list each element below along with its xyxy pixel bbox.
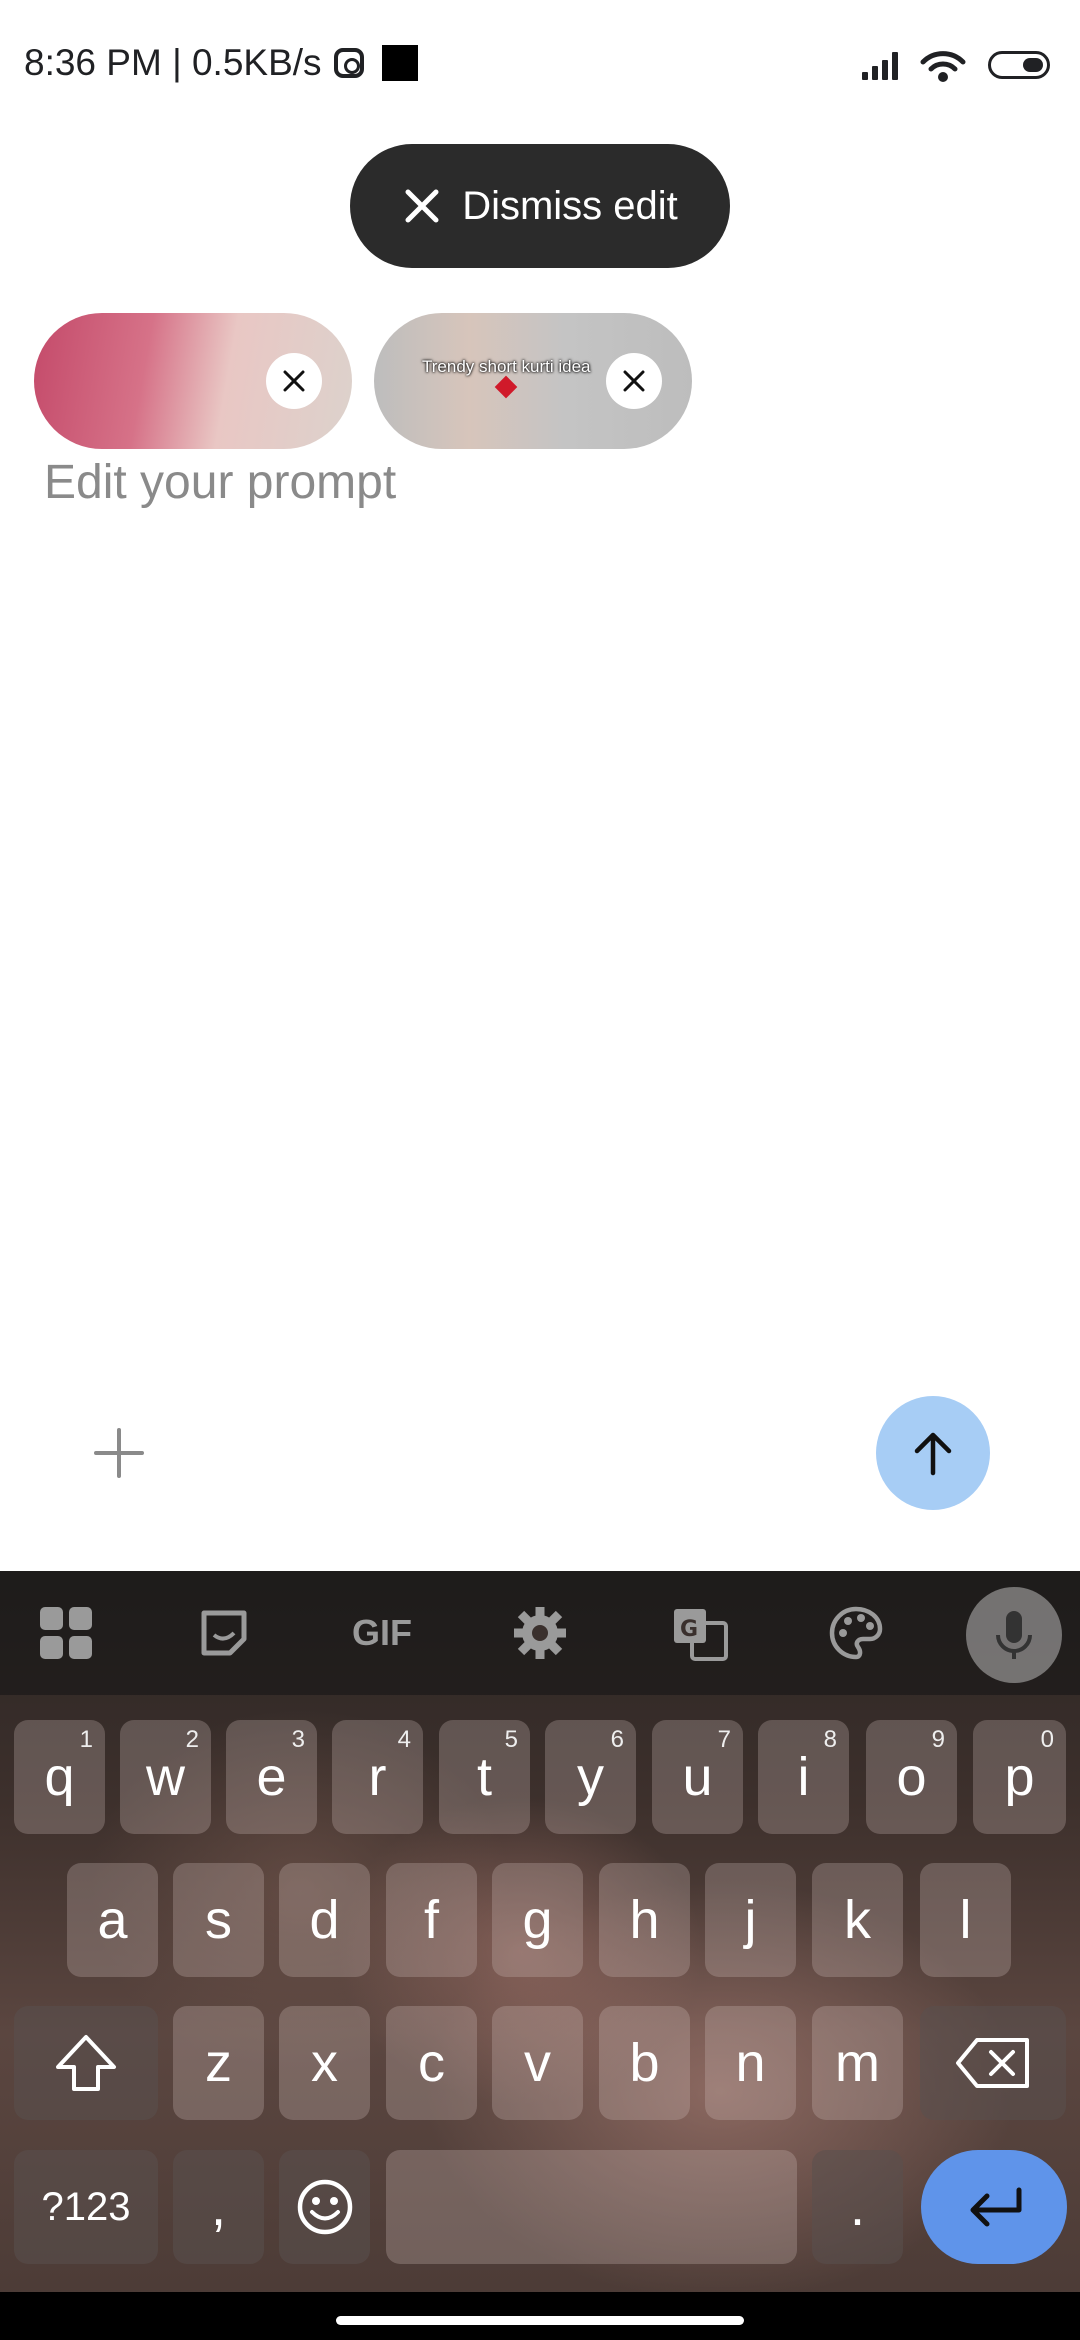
remove-attachment-button-1[interactable]: [266, 353, 322, 409]
key-hint: 5: [504, 1726, 518, 1753]
key-hint: 6: [610, 1726, 624, 1753]
key-letter: t: [476, 1747, 492, 1807]
backspace-key[interactable]: [920, 2006, 1066, 2120]
enter-key[interactable]: [921, 2150, 1067, 2264]
key-hint: 0: [1040, 1726, 1054, 1753]
key-k[interactable]: k: [812, 1863, 903, 1977]
close-icon: [283, 370, 305, 392]
wifi-icon: [920, 51, 966, 82]
battery-icon: [988, 51, 1050, 79]
key-w[interactable]: w2: [120, 1720, 211, 1834]
period-key[interactable]: .: [812, 2150, 903, 2264]
key-hint: 2: [185, 1726, 199, 1753]
key-c[interactable]: c: [386, 2006, 477, 2120]
screen: 8:36 PM | 0.5KB/s Dismiss edit Trendy sh…: [0, 0, 1080, 2340]
shift-arrow-icon: [56, 2035, 116, 2091]
key-a[interactable]: a: [67, 1863, 158, 1977]
key-e[interactable]: e3: [226, 1720, 317, 1834]
key-hint: 3: [291, 1726, 305, 1753]
instagram-icon: [333, 48, 364, 78]
key-b[interactable]: b: [599, 2006, 690, 2120]
arrow-up-icon: [914, 1432, 952, 1476]
key-hint: 9: [931, 1726, 945, 1753]
shift-key[interactable]: [14, 2006, 158, 2120]
key-letter: w: [146, 1747, 185, 1807]
key-g[interactable]: g: [492, 1863, 583, 1977]
key-u[interactable]: u7: [652, 1720, 743, 1834]
key-hint: 4: [397, 1726, 411, 1753]
emoji-icon: [297, 2179, 352, 2235]
notification-square-icon: [381, 45, 418, 81]
attachment-thumbnail-1[interactable]: [34, 313, 352, 449]
gif-button[interactable]: GIF: [342, 1601, 422, 1665]
key-i[interactable]: i8: [758, 1720, 849, 1834]
key-p[interactable]: p0: [973, 1720, 1066, 1834]
key-letter: i: [797, 1747, 810, 1807]
key-letter: q: [44, 1747, 75, 1807]
settings-gear-icon[interactable]: [508, 1601, 572, 1665]
key-z[interactable]: z: [173, 2006, 264, 2120]
key-letter: e: [256, 1747, 287, 1807]
dismiss-edit-button[interactable]: Dismiss edit: [350, 144, 730, 268]
key-q[interactable]: q1: [14, 1720, 105, 1834]
remove-attachment-button-2[interactable]: [606, 353, 662, 409]
apps-grid-icon[interactable]: [34, 1601, 98, 1665]
home-indicator[interactable]: [336, 2316, 744, 2325]
svg-text:G: G: [680, 1617, 698, 1642]
status-time-speed: 8:36 PM | 0.5KB/s: [24, 42, 322, 83]
key-j[interactable]: j: [705, 1863, 796, 1977]
backspace-icon: [956, 2038, 1029, 2088]
status-right: [862, 48, 1050, 82]
key-n[interactable]: n: [705, 2006, 796, 2120]
sticker-icon[interactable]: [192, 1601, 256, 1665]
emoji-key[interactable]: [279, 2150, 370, 2264]
key-letter: o: [896, 1747, 927, 1807]
key-hint: 1: [79, 1726, 93, 1753]
key-h[interactable]: h: [599, 1863, 690, 1977]
key-d[interactable]: d: [279, 1863, 370, 1977]
key-letter: r: [368, 1747, 387, 1807]
voice-input-button[interactable]: [966, 1587, 1062, 1683]
key-l[interactable]: l: [920, 1863, 1011, 1977]
key-v[interactable]: v: [492, 2006, 583, 2120]
key-f[interactable]: f: [386, 1863, 477, 1977]
key-t[interactable]: t5: [439, 1720, 530, 1834]
key-y[interactable]: y6: [545, 1720, 636, 1834]
comma-key[interactable]: ,: [173, 2150, 264, 2264]
status-left: 8:36 PM | 0.5KB/s: [24, 42, 418, 84]
key-letter: p: [1004, 1747, 1035, 1807]
key-hint: 8: [823, 1726, 837, 1753]
close-icon: [623, 370, 645, 392]
add-attachment-button[interactable]: [92, 1426, 146, 1480]
key-o[interactable]: o9: [866, 1720, 957, 1834]
space-key[interactable]: [386, 2150, 797, 2264]
key-m[interactable]: m: [812, 2006, 903, 2120]
dismiss-edit-label: Dismiss edit: [462, 183, 678, 228]
theme-palette-icon[interactable]: [824, 1601, 888, 1665]
close-icon: [405, 189, 439, 223]
prompt-input[interactable]: Edit your prompt: [44, 455, 396, 510]
status-bar: 8:36 PM | 0.5KB/s: [0, 0, 1080, 130]
key-r[interactable]: r4: [332, 1720, 423, 1834]
key-letter: u: [682, 1747, 713, 1807]
key-hint: 7: [717, 1726, 731, 1753]
microphone-icon: [996, 1611, 1032, 1659]
signal-icon: [862, 50, 898, 80]
enter-arrow-icon: [970, 2187, 1022, 2227]
key-s[interactable]: s: [173, 1863, 264, 1977]
heart-icon: [494, 375, 518, 399]
symbols-key[interactable]: ?123: [14, 2150, 158, 2264]
attachment-caption: Trendy short kurti idea: [422, 357, 591, 376]
send-button[interactable]: [876, 1396, 990, 1510]
translate-icon[interactable]: G: [668, 1601, 732, 1665]
attachment-thumbnail-2[interactable]: Trendy short kurti idea: [374, 313, 692, 449]
key-x[interactable]: x: [279, 2006, 370, 2120]
key-letter: y: [577, 1747, 604, 1807]
